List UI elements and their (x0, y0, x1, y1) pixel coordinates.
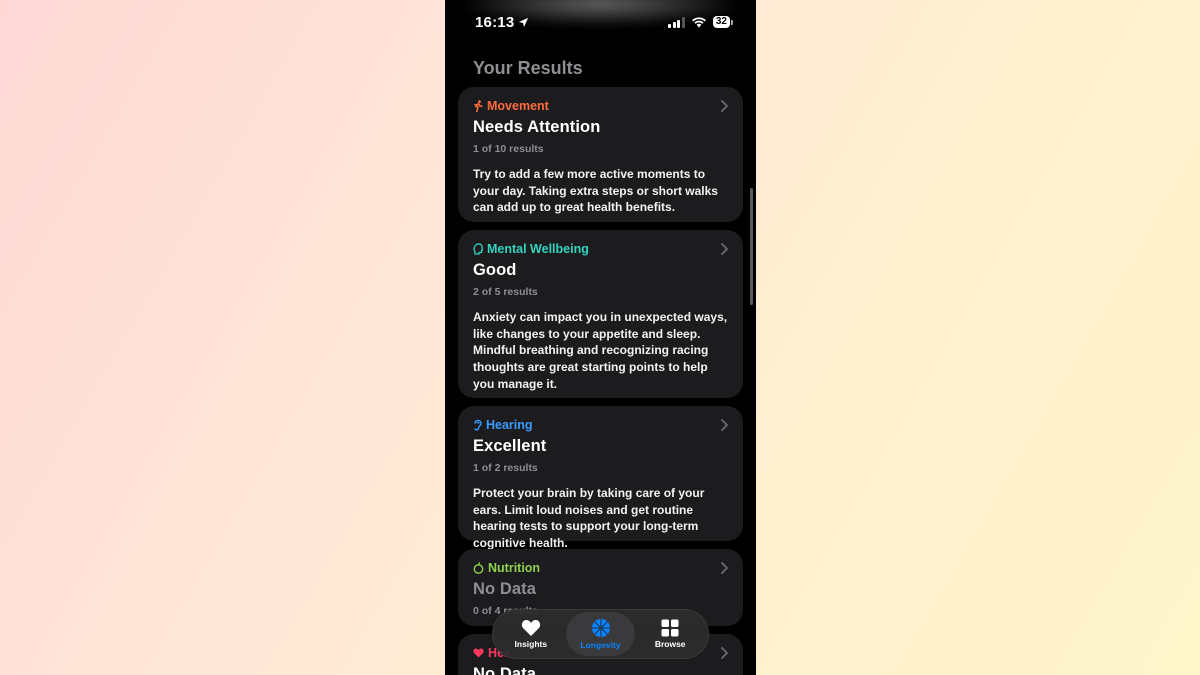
result-card-movement[interactable]: Movement Needs Attention 1 of 10 results… (458, 87, 743, 222)
card-result-count: 1 of 10 results (473, 143, 544, 155)
result-card-hearing[interactable]: Hearing Excellent 1 of 2 results Protect… (458, 406, 743, 550)
status-indicators: 32 (668, 16, 734, 28)
card-status: No Data (473, 665, 537, 675)
card-result-count: 1 of 2 results (473, 462, 538, 474)
card-category-label: Mental Wellbeing (487, 242, 589, 256)
chevron-right-icon (721, 100, 729, 112)
grid-icon (661, 619, 679, 637)
heart-icon (473, 648, 484, 658)
battery-level: 32 (712, 16, 734, 28)
figure-run-icon (474, 100, 483, 112)
chevron-right-icon (721, 243, 729, 255)
card-category: Movement (473, 99, 728, 113)
tab-label: Browse (654, 639, 686, 649)
scroll-indicator[interactable] (750, 188, 753, 305)
chevron-right-icon (721, 419, 729, 431)
card-category: Mental Wellbeing (473, 242, 728, 256)
status-bar: 16:13 32 (445, 0, 756, 44)
chevron-right-icon (721, 562, 729, 574)
card-description: Protect your brain by taking care of you… (473, 486, 705, 551)
tab-label: Insights (514, 639, 548, 649)
wifi-icon (691, 17, 706, 28)
card-category: Hearing (473, 418, 728, 432)
card-category-label: Hearing (486, 418, 533, 432)
phone-screen: 16:13 32 Your Results Movement Needs Att… (445, 0, 756, 675)
ear-icon (474, 419, 482, 431)
apple-icon (473, 562, 484, 574)
cellular-signal-icon (668, 16, 685, 28)
tab-bar: Insights Longevity Browse (492, 609, 709, 659)
card-description: Try to add a few more active moments to … (473, 167, 718, 215)
tab-label: Longevity (580, 640, 621, 650)
heart-icon (521, 619, 540, 636)
card-category-label: Nutrition (488, 561, 541, 575)
card-status: No Data (473, 580, 537, 598)
tab-longevity[interactable]: Longevity (565, 612, 636, 656)
card-category-label: Movement (487, 99, 549, 113)
tab-browse[interactable]: Browse (635, 612, 705, 656)
section-title: Your Results (473, 58, 583, 78)
card-status: Excellent (473, 437, 547, 455)
longevity-icon (591, 619, 610, 637)
status-time: 16:13 (475, 14, 515, 31)
location-arrow-icon (519, 17, 529, 28)
card-category: Nutrition (473, 561, 728, 575)
tab-insights[interactable]: Insights (496, 612, 566, 656)
card-status: Needs Attention (473, 118, 601, 136)
card-description: Anxiety can impact you in unexpected way… (473, 310, 728, 391)
head-profile-icon (473, 243, 483, 255)
chevron-right-icon (721, 647, 729, 659)
result-card-mental-wellbeing[interactable]: Mental Wellbeing Good 2 of 5 results Anx… (458, 230, 743, 398)
status-clock: 16:13 (475, 14, 529, 31)
card-result-count: 2 of 5 results (473, 286, 538, 298)
card-status: Good (473, 261, 517, 279)
